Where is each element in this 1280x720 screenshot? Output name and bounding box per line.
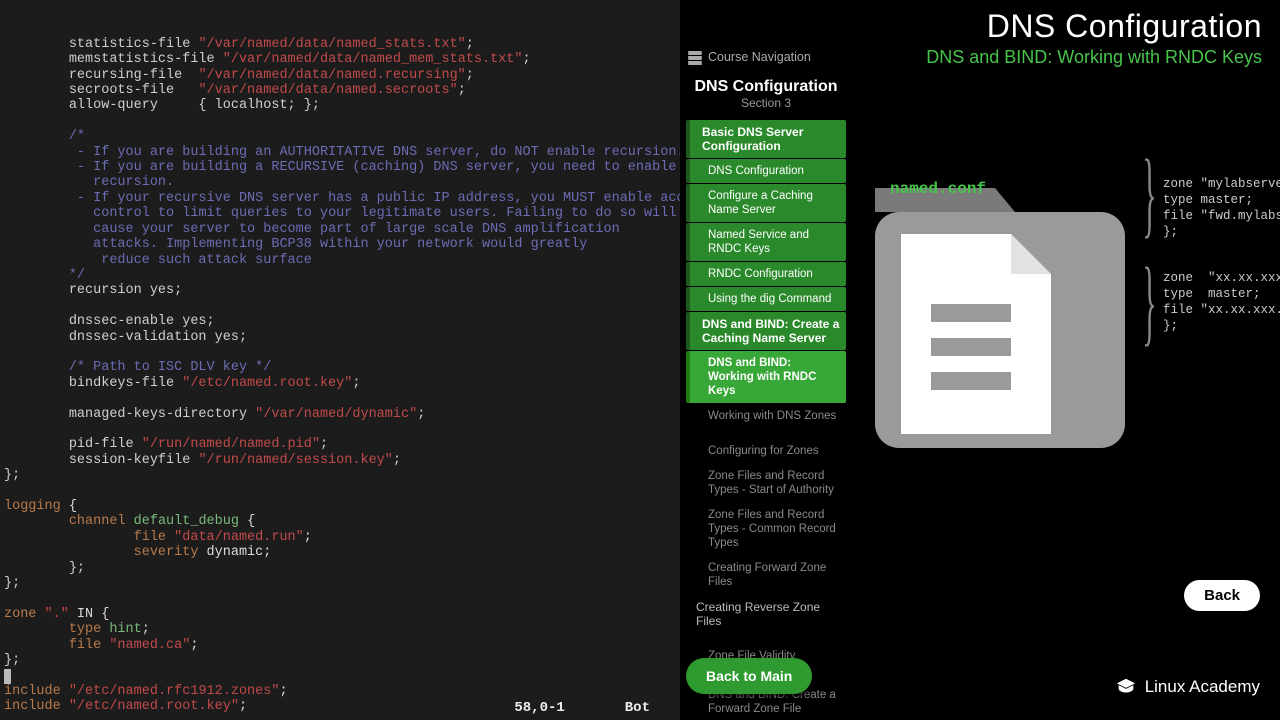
nav-item[interactable]: Basic DNS Server Configuration bbox=[686, 120, 846, 158]
slide-content: named.conf } } zone "mylabserver.com" { … bbox=[855, 78, 1264, 628]
hamburger-icon bbox=[688, 51, 702, 63]
course-nav-toggle[interactable]: Course Navigation bbox=[686, 46, 846, 72]
zone-snippet-forward: zone "mylabserver.com" { type master; fi… bbox=[1163, 176, 1280, 240]
nav-item[interactable]: Creating Forward Zone Files bbox=[686, 556, 846, 594]
scroll-position: Bot bbox=[625, 701, 650, 716]
editor-status-bar: 58,0-1 Bot bbox=[0, 701, 680, 716]
nav-item[interactable]: DNS and BIND: Working with RNDC Keys bbox=[686, 351, 846, 403]
brand-logo: Linux Academy bbox=[1115, 676, 1260, 698]
nav-item[interactable]: Configuring for Zones bbox=[686, 439, 846, 463]
zone-snippet-reverse: zone "xx.xx.xxx.in-addr.arpa" { type mas… bbox=[1163, 270, 1280, 334]
nav-item[interactable]: DNS and BIND: Create a Caching Name Serv… bbox=[686, 312, 846, 350]
folder-diagram: named.conf bbox=[865, 168, 1135, 468]
nav-item[interactable]: Named Service and RNDC Keys bbox=[686, 223, 846, 261]
graduation-cap-icon bbox=[1115, 676, 1137, 698]
slide-subtitle: DNS and BIND: Working with RNDC Keys bbox=[926, 47, 1262, 68]
nav-item[interactable]: Configure a Caching Name Server bbox=[686, 184, 846, 222]
course-nav-label: Course Navigation bbox=[708, 50, 811, 64]
section-3-header[interactable]: DNS Configuration Section 3 bbox=[686, 72, 846, 116]
nav-item[interactable]: Using the dig Command bbox=[686, 287, 846, 311]
nav-item[interactable]: Zone Files and Record Types - Common Rec… bbox=[686, 503, 846, 555]
nav-item[interactable]: Creating Reverse Zone Files bbox=[686, 595, 846, 633]
cursor-position: 58,0-1 bbox=[514, 701, 564, 716]
folder-icon bbox=[865, 168, 1135, 468]
course-nav-pane: Course Navigation DNS Configuration Sect… bbox=[686, 46, 846, 708]
slide-pane: DNS Configuration DNS and BIND: Working … bbox=[680, 0, 1280, 720]
nav-item[interactable]: Zone Files and Record Types - Start of A… bbox=[686, 464, 846, 502]
back-button[interactable]: Back bbox=[1184, 580, 1260, 611]
code-editor-pane: statistics-file "/var/named/data/named_s… bbox=[0, 0, 680, 720]
nav-item[interactable]: RNDC Configuration bbox=[686, 262, 846, 286]
brace-icon: } bbox=[1142, 247, 1156, 357]
back-to-main-button[interactable]: Back to Main bbox=[686, 658, 812, 694]
nav-item[interactable]: DNS Configuration bbox=[686, 159, 846, 183]
nav-item[interactable]: Working with DNS Zones bbox=[686, 404, 846, 428]
slide-title: DNS Configuration bbox=[926, 8, 1262, 45]
folder-filename: named.conf bbox=[890, 180, 986, 198]
brace-icon: } bbox=[1142, 139, 1156, 249]
